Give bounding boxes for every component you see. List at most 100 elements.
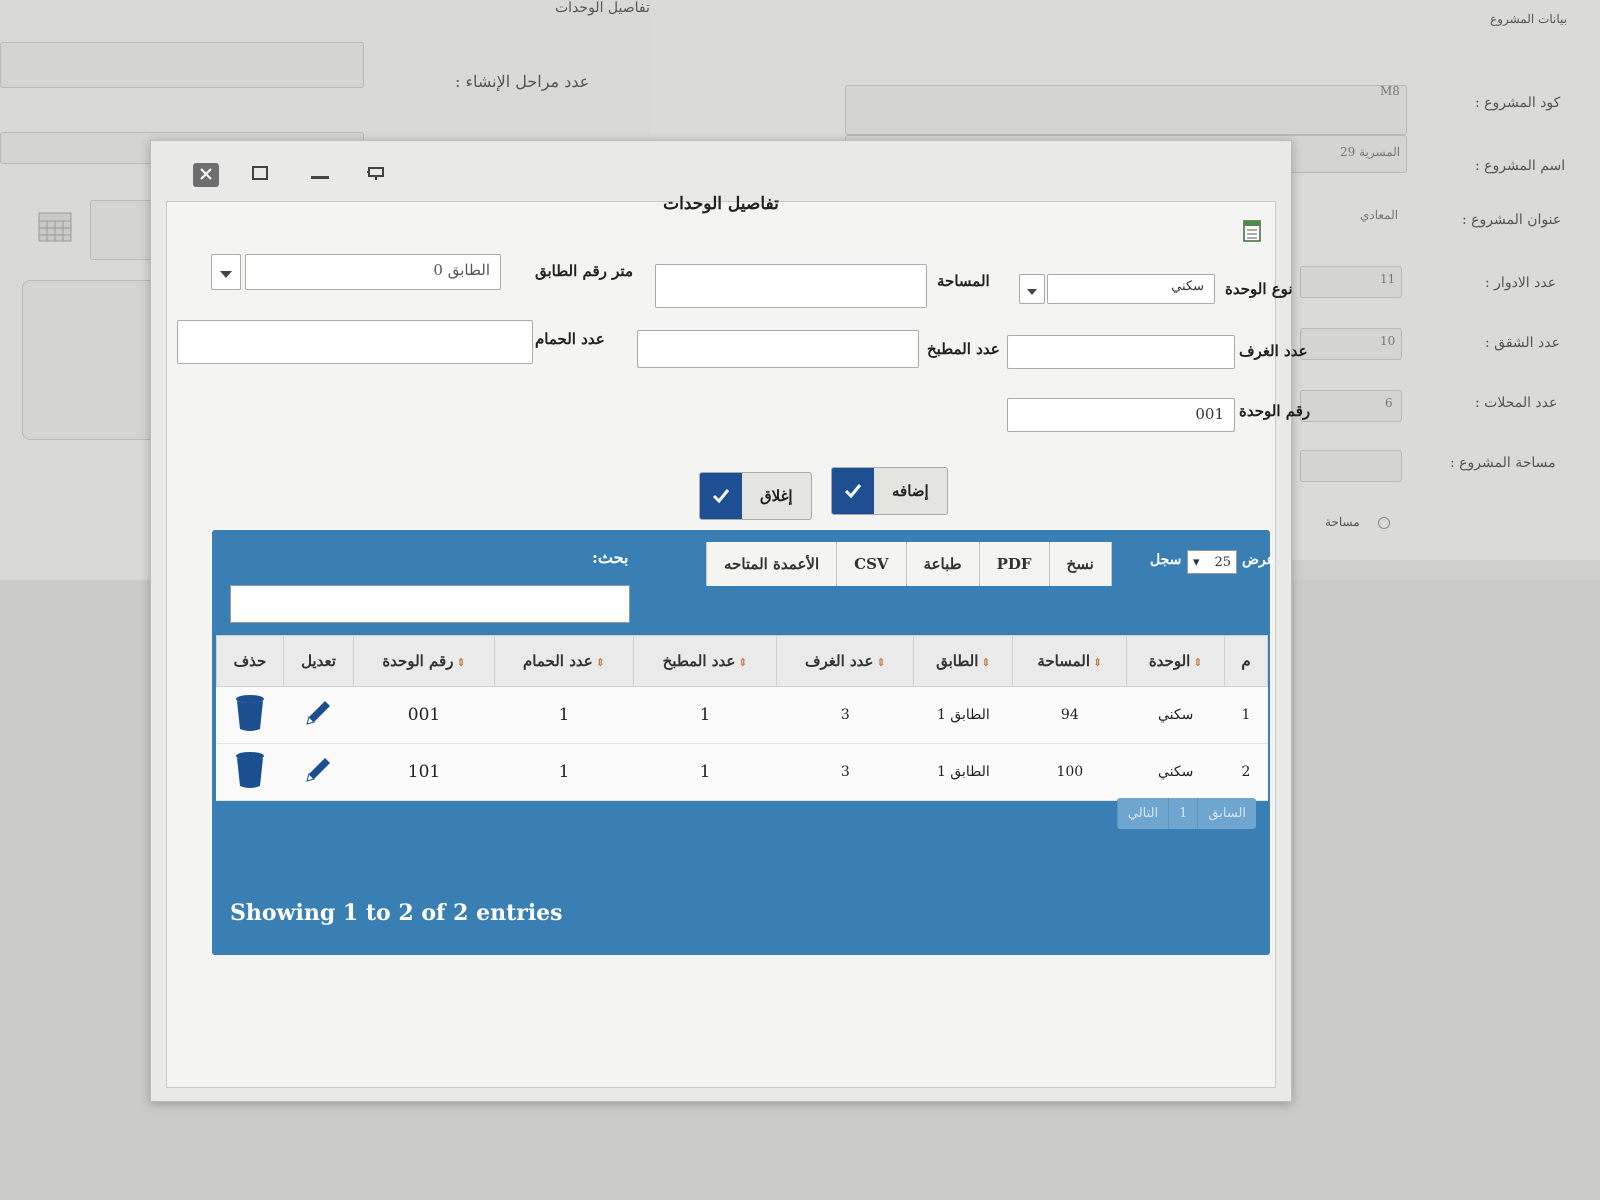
column-header-baths[interactable]: ⇕عدد الحمام	[494, 635, 634, 687]
floor-number-label: متر رقم الطابق	[535, 262, 633, 280]
close-button[interactable]: إغلاق	[699, 472, 812, 520]
area-input[interactable]	[655, 264, 927, 308]
bg-apartments-label: عدد الشقق :	[1485, 335, 1560, 351]
bg-floors-value: 11	[1380, 272, 1396, 286]
column-header-index[interactable]: م	[1224, 635, 1268, 687]
bg-name-label: اسم المشروع :	[1475, 158, 1566, 174]
cell-area: 94	[1012, 686, 1127, 744]
edit-button[interactable]	[283, 743, 354, 801]
records-label: سجل	[1150, 552, 1182, 568]
page-size-select[interactable]: ▾ 25	[1187, 550, 1237, 574]
cell-kitchens: 1	[633, 686, 777, 744]
kitchens-label: عدد المطبخ	[927, 340, 1000, 358]
column-visibility-button[interactable]: الأعمدة المتاحه	[706, 542, 838, 586]
table-header-row: م ⇕الوحدة ⇕المساحة ⇕الطابق ⇕عدد الغرف ⇕ع…	[216, 635, 1268, 687]
unit-type-select[interactable]: سكني	[1047, 274, 1215, 304]
bg-code-value: M8	[1380, 84, 1400, 98]
bg-apartments-value: 10	[1380, 334, 1396, 348]
units-table: م ⇕الوحدة ⇕المساحة ⇕الطابق ⇕عدد الغرف ⇕ع…	[216, 635, 1268, 801]
sort-icon: ⇕	[876, 656, 886, 669]
pagination-page[interactable]: 1	[1168, 798, 1198, 829]
bg-stages-input[interactable]	[0, 42, 364, 88]
column-header-floor[interactable]: ⇕الطابق	[913, 635, 1014, 687]
export-toolbar: نسخ PDF طباعة CSV الأعمدة المتاحه	[706, 542, 1112, 586]
edit-button[interactable]	[283, 686, 354, 744]
sort-icon: ⇕	[981, 656, 991, 669]
delete-button[interactable]	[216, 743, 284, 801]
form-icon	[1243, 220, 1261, 246]
unit-number-input[interactable]: 001	[1007, 398, 1235, 432]
delete-button[interactable]	[216, 686, 284, 744]
pagination: السابق 1 التالي	[1116, 798, 1256, 829]
pagination-previous[interactable]: السابق	[1197, 798, 1256, 829]
kitchens-input[interactable]	[637, 330, 919, 368]
pencil-icon	[301, 757, 335, 792]
bg-area-input[interactable]	[1300, 450, 1402, 482]
column-header-area[interactable]: ⇕المساحة	[1012, 635, 1128, 687]
bg-units-details-label: تفاصيل الوحدات	[555, 0, 650, 16]
table-row: 2 سكني 100 الطابق 1 3 1 1 101	[216, 743, 1268, 801]
cell-floor: الطابق 1	[913, 743, 1013, 801]
sort-icon: ⇕	[595, 656, 605, 669]
search-input[interactable]	[230, 585, 630, 623]
bg-date-input[interactable]	[90, 200, 152, 260]
print-button[interactable]: طباعة	[906, 542, 980, 586]
close-icon	[199, 166, 213, 185]
check-icon	[700, 473, 742, 519]
bg-radio-button[interactable]	[1378, 517, 1390, 529]
unit-type-dropdown-button[interactable]	[1019, 274, 1045, 304]
csv-button[interactable]: CSV	[837, 542, 907, 586]
column-header-unit[interactable]: ⇕الوحدة	[1126, 635, 1225, 687]
add-button-label: إضافه	[892, 482, 929, 500]
column-header-rooms[interactable]: ⇕عدد الغرف	[776, 635, 915, 687]
cell-baths: 1	[494, 743, 634, 801]
floor-select[interactable]: الطابق 0	[245, 254, 501, 290]
pdf-button[interactable]: PDF	[979, 542, 1050, 586]
rooms-input[interactable]	[1007, 335, 1235, 369]
bg-floors-label: عدد الادوار :	[1485, 275, 1557, 291]
chevron-down-icon	[220, 263, 232, 282]
units-dialog: تفاصيل الوحدات نوع الوحدة سكني المساحة م…	[150, 140, 1310, 1102]
close-window-button[interactable]	[193, 163, 219, 187]
bg-stages-label: عدد مراحل الإنشاء :	[455, 72, 590, 91]
floor-dropdown-button[interactable]	[211, 254, 241, 290]
minimize-window-button[interactable]	[307, 163, 333, 187]
cell-index: 1	[1224, 686, 1268, 744]
cell-kitchens: 1	[633, 743, 777, 801]
cell-unit: سكني	[1126, 686, 1225, 744]
bg-code-label: كود المشروع :	[1475, 95, 1561, 111]
sort-icon: ⇕	[1093, 656, 1103, 669]
cell-baths: 1	[494, 686, 634, 744]
area-label: المساحة	[937, 272, 990, 290]
baths-label: عدد الحمام	[535, 330, 605, 348]
cell-unit: سكني	[1126, 743, 1225, 801]
close-button-label: إغلاق	[760, 487, 793, 505]
table-row: 1 سكني 94 الطابق 1 3 1 1 001	[216, 686, 1268, 744]
bg-code-input[interactable]	[845, 85, 1407, 135]
unit-type-label: نوع الوحدة	[1225, 280, 1293, 298]
dialog-body: تفاصيل الوحدات نوع الوحدة سكني المساحة م…	[166, 194, 1310, 1088]
sort-icon: ⇕	[1193, 656, 1203, 669]
calendar-icon[interactable]	[38, 212, 72, 246]
sort-icon: ⇕	[456, 656, 466, 669]
maximize-window-button[interactable]	[247, 163, 273, 187]
pagination-next[interactable]: التالي	[1116, 798, 1169, 829]
check-icon	[832, 468, 874, 514]
rooms-label: عدد الغرف	[1239, 342, 1308, 360]
bg-shops-value: 6	[1385, 396, 1393, 410]
bg-textarea[interactable]	[22, 280, 159, 440]
pin-window-button[interactable]	[363, 163, 389, 187]
chevron-down-icon	[1027, 280, 1037, 299]
page-size-value: 25	[1214, 554, 1231, 570]
column-header-kitchens[interactable]: ⇕عدد المطبخ	[632, 635, 778, 687]
add-button[interactable]: إضافه	[831, 467, 948, 515]
project-section-title: بيانات المشروع	[1490, 12, 1567, 26]
column-header-unit-number[interactable]: ⇕رقم الوحدة	[352, 635, 496, 687]
cell-unit-number: 001	[353, 686, 495, 744]
baths-input[interactable]	[177, 320, 533, 364]
bg-shops-label: عدد المحلات :	[1475, 395, 1558, 411]
column-header-edit: تعديل	[282, 635, 354, 687]
copy-button[interactable]: نسخ	[1049, 542, 1112, 586]
sort-icon: ⇕	[738, 656, 748, 669]
pencil-icon	[301, 700, 335, 735]
